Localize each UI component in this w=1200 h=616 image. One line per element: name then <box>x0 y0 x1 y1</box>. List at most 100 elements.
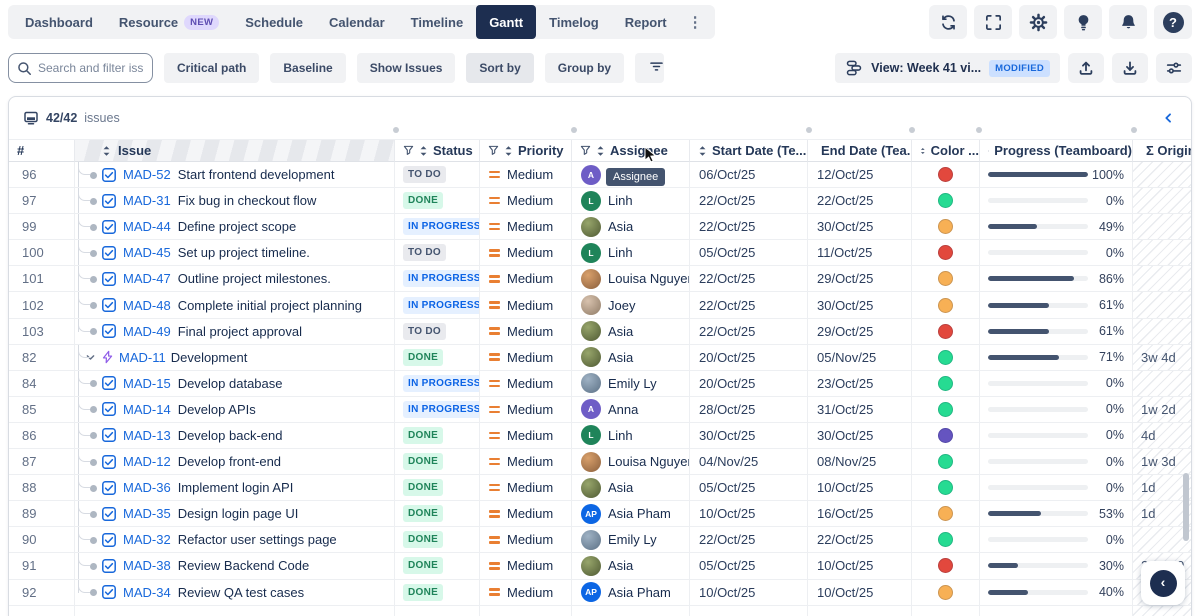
progress-cell[interactable]: 0% <box>980 397 1133 423</box>
end-date-cell[interactable]: 23/Oct/25 <box>808 371 912 397</box>
end-date-cell[interactable]: 22/Oct/25 <box>808 527 912 553</box>
issue-cell[interactable]: MAD-52Start frontend development <box>75 162 395 188</box>
critical-path-button[interactable]: Critical path <box>164 53 259 83</box>
status-cell[interactable]: TO DO <box>395 319 480 345</box>
status-cell[interactable]: IN PROGRESS <box>395 292 480 318</box>
issue-key[interactable]: MAD-52 <box>123 167 171 182</box>
drag-handle[interactable] <box>90 406 97 413</box>
end-date-cell[interactable]: 12/Oct/25 <box>808 162 912 188</box>
end-date-cell[interactable]: 10/Oct/25 <box>808 580 912 606</box>
drag-handle[interactable] <box>90 328 97 335</box>
drag-handle[interactable] <box>90 589 97 596</box>
start-date-cell[interactable]: 10/Oct/25 <box>690 580 808 606</box>
start-date-cell[interactable]: 22/Oct/25 <box>690 527 808 553</box>
issue-cell[interactable]: MAD-45Set up project timeline. <box>75 240 395 266</box>
issue-key[interactable]: MAD-14 <box>123 402 171 417</box>
original-estimate-cell[interactable] <box>1133 292 1191 318</box>
filter-funnel-icon[interactable] <box>580 145 591 156</box>
end-date-cell[interactable]: 11/Oct/25 <box>808 240 912 266</box>
status-cell[interactable]: IN PROGRESS <box>395 214 480 240</box>
assignee-cell[interactable]: Louisa Nguyen <box>572 266 690 292</box>
tips-button[interactable] <box>1064 5 1102 39</box>
assignee-cell[interactable]: LLinh <box>572 240 690 266</box>
status-cell[interactable]: TO DO <box>395 240 480 266</box>
assignee-cell[interactable]: LLinh <box>572 423 690 449</box>
help-button[interactable]: ? <box>1154 5 1192 39</box>
status-cell[interactable]: DONE <box>395 449 480 475</box>
assignee-cell[interactable]: Asia <box>572 553 690 579</box>
issue-cell[interactable]: MAD-34Review QA test cases <box>75 580 395 606</box>
end-date-cell[interactable]: 30/Oct/25 <box>808 423 912 449</box>
table-row[interactable]: 89MAD-35Design login page UIDONEMediumAP… <box>9 501 1191 527</box>
assignee-cell[interactable]: Asia <box>572 214 690 240</box>
column-settings-button[interactable] <box>1156 53 1192 83</box>
progress-cell[interactable]: 53% <box>980 501 1133 527</box>
sort-by-button[interactable]: Sort by <box>466 53 533 83</box>
drag-handle[interactable] <box>90 198 97 205</box>
status-cell[interactable]: DONE <box>395 188 480 214</box>
color-cell[interactable] <box>912 371 980 397</box>
filter-funnel-icon[interactable] <box>403 145 414 156</box>
drag-handle[interactable] <box>90 432 97 439</box>
progress-cell[interactable]: 61% <box>980 319 1133 345</box>
status-cell[interactable]: DONE <box>395 553 480 579</box>
start-date-cell[interactable]: 28/Oct/25 <box>690 397 808 423</box>
color-cell[interactable] <box>912 345 980 371</box>
original-estimate-cell[interactable] <box>1133 240 1191 266</box>
color-cell[interactable] <box>912 580 980 606</box>
start-date-cell[interactable]: 22/Oct/25 <box>690 319 808 345</box>
start-date-cell[interactable]: 30/Oct/25 <box>690 423 808 449</box>
drag-handle[interactable] <box>90 380 97 387</box>
nav-item-schedule[interactable]: Schedule <box>232 5 316 39</box>
priority-cell[interactable]: Medium <box>480 345 572 371</box>
priority-cell[interactable]: Medium <box>480 501 572 527</box>
original-estimate-cell[interactable]: 3w 4d <box>1133 345 1191 371</box>
table-row[interactable]: 91MAD-38Review Backend CodeDONEMediumAsi… <box>9 553 1191 579</box>
progress-cell[interactable]: 40% <box>980 580 1133 606</box>
nav-more-icon[interactable]: ⋮ <box>680 13 711 31</box>
sync-button[interactable] <box>929 5 967 39</box>
issue-cell[interactable]: MAD-11Development <box>75 345 395 371</box>
priority-cell[interactable]: Medium <box>480 553 572 579</box>
nav-item-calendar[interactable]: Calendar <box>316 5 398 39</box>
issue-key[interactable]: MAD-31 <box>123 193 171 208</box>
table-row[interactable]: 97MAD-31Fix bug in checkout flowDONEMedi… <box>9 188 1191 214</box>
progress-cell[interactable]: 100% <box>980 162 1133 188</box>
original-estimate-cell[interactable] <box>1133 319 1191 345</box>
filter-funnel-icon[interactable] <box>488 145 499 156</box>
column-header-status[interactable]: Status <box>395 140 480 162</box>
search-input[interactable] <box>38 61 144 75</box>
start-date-cell[interactable]: 05/Oct/25 <box>690 240 808 266</box>
issue-key[interactable]: MAD-36 <box>123 480 171 495</box>
notifications-button[interactable] <box>1109 5 1147 39</box>
table-row[interactable]: 85MAD-14Develop APIsIN PROGRESSMediumAAn… <box>9 397 1191 423</box>
priority-cell[interactable]: Medium <box>480 423 572 449</box>
drag-handle[interactable] <box>90 563 97 570</box>
table-row[interactable]: 87MAD-12Develop front-endDONEMediumLouis… <box>9 449 1191 475</box>
color-cell[interactable] <box>912 449 980 475</box>
start-date-cell[interactable]: 20/Oct/25 <box>690 345 808 371</box>
priority-cell[interactable]: Medium <box>480 188 572 214</box>
end-date-cell[interactable]: 22/Oct/25 <box>808 188 912 214</box>
end-date-cell[interactable]: 08/Nov/25 <box>808 449 912 475</box>
assignee-cell[interactable]: LLinh <box>572 188 690 214</box>
issue-key[interactable]: MAD-48 <box>123 298 171 313</box>
issue-key[interactable]: MAD-34 <box>123 585 171 600</box>
issue-key[interactable]: MAD-47 <box>123 271 171 286</box>
issue-cell[interactable]: MAD-15Develop database <box>75 371 395 397</box>
view-selector[interactable]: View: Week 41 vi... MODIFIED <box>835 53 1060 83</box>
nav-item-timelog[interactable]: Timelog <box>536 5 612 39</box>
priority-cell[interactable]: Medium <box>480 214 572 240</box>
issue-cell[interactable]: MAD-36Implement login API <box>75 475 395 501</box>
issue-cell[interactable]: MAD-31Fix bug in checkout flow <box>75 188 395 214</box>
issue-cell[interactable]: MAD-38Review Backend Code <box>75 553 395 579</box>
drag-handle[interactable] <box>90 459 97 466</box>
issue-key[interactable]: MAD-15 <box>123 376 171 391</box>
priority-cell[interactable]: Medium <box>480 319 572 345</box>
settings-button[interactable] <box>1019 5 1057 39</box>
priority-cell[interactable]: Medium <box>480 527 572 553</box>
table-row[interactable]: 96MAD-52Start frontend developmentTO DOM… <box>9 162 1191 188</box>
issue-cell[interactable]: MAD-48Complete initial project planning <box>75 292 395 318</box>
end-date-cell[interactable]: 29/Oct/25 <box>808 266 912 292</box>
column-header-color[interactable]: Color ... <box>912 140 980 162</box>
